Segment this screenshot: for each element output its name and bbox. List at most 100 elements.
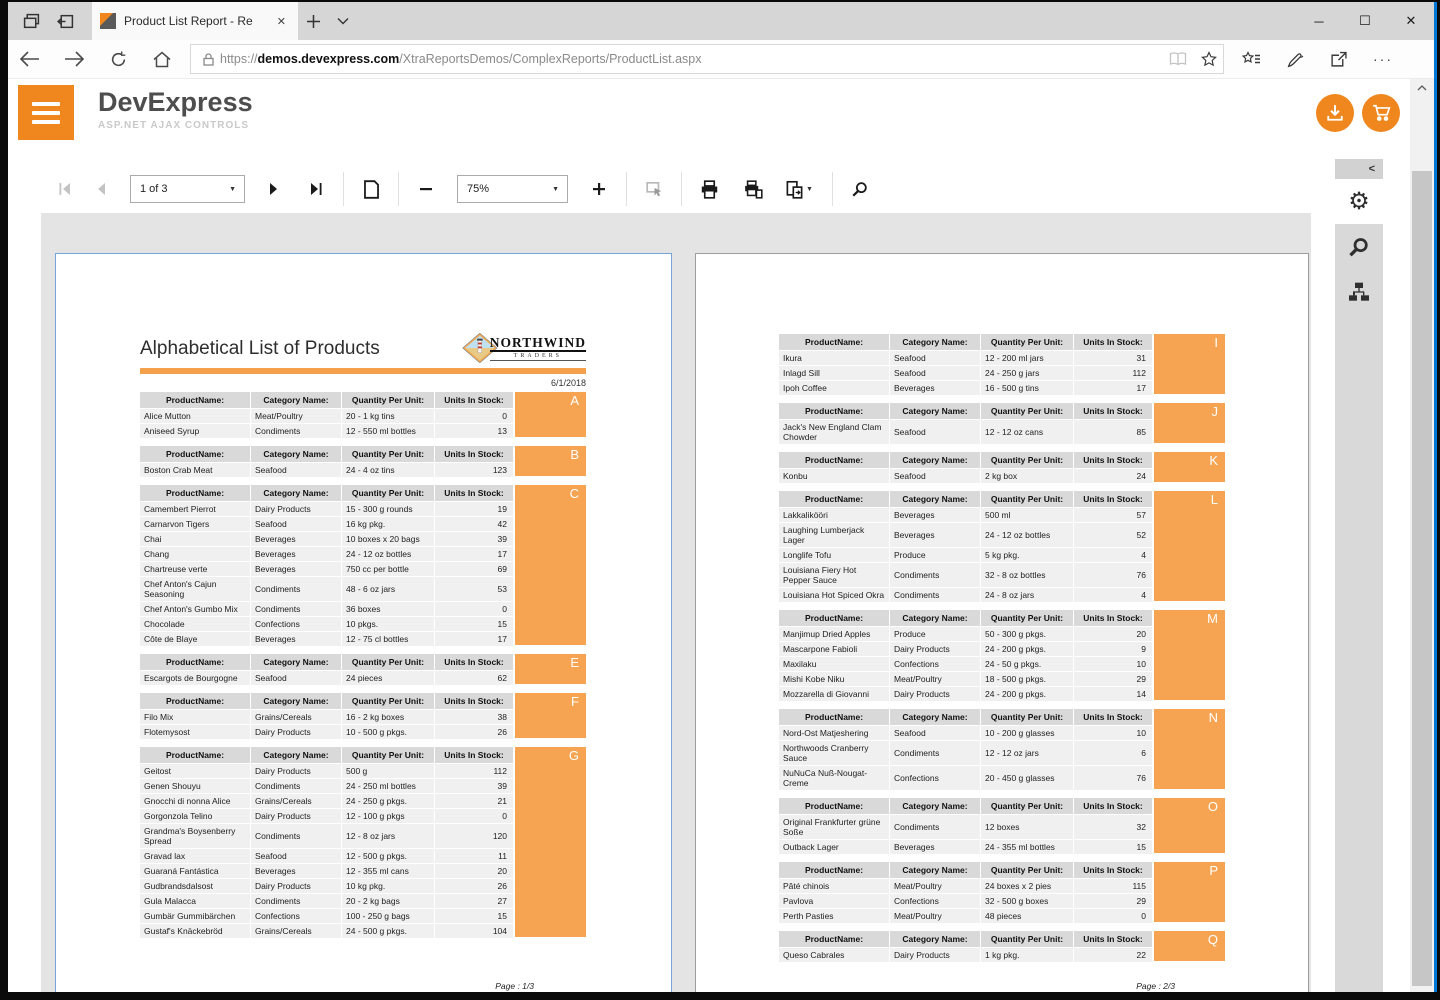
close-button[interactable]: ✕ — [1388, 2, 1434, 40]
column-header: Category Name: — [890, 931, 980, 947]
web-note-pen-icon[interactable] — [1287, 51, 1304, 68]
table-row: Gorgonzola TelinoDairy Products12 - 100 … — [140, 809, 513, 823]
export-button[interactable]: ▼ — [780, 176, 818, 202]
page-setup-button[interactable] — [358, 176, 384, 202]
category-cell: Beverages — [890, 381, 980, 395]
column-header: ProductName: — [779, 610, 889, 626]
product-name-cell: Filo Mix — [140, 710, 250, 724]
quantity-cell: 24 - 12 oz bottles — [981, 523, 1073, 547]
reading-view-icon[interactable] — [1169, 52, 1187, 66]
product-name-cell: Chang — [140, 547, 250, 561]
product-name-cell: Gula Malacca — [140, 894, 250, 908]
zoom-out-button[interactable] — [413, 176, 439, 202]
download-button[interactable] — [1316, 94, 1354, 132]
quantity-cell: 12 - 200 ml jars — [981, 351, 1073, 365]
home-button[interactable] — [140, 51, 184, 68]
page-content: DevExpress ASP.NET AJAX CONTROLS — [8, 79, 1434, 992]
scrollbar-thumb[interactable] — [1412, 171, 1432, 986]
category-cell: Dairy Products — [251, 764, 341, 778]
next-page-button[interactable] — [261, 176, 287, 202]
scroll-up-arrow[interactable] — [1410, 79, 1434, 97]
print-button[interactable] — [696, 176, 722, 202]
product-name-cell: Mishi Kobe Niku — [779, 672, 889, 686]
category-cell: Meat/Poultry — [890, 672, 980, 686]
column-header: Units In Stock: — [435, 654, 513, 670]
tab-close-icon[interactable]: ✕ — [273, 13, 290, 30]
first-page-button[interactable] — [52, 176, 78, 202]
refresh-button[interactable] — [96, 51, 140, 68]
quantity-cell: 2 kg box — [981, 469, 1073, 483]
report-group: ProductName:Category Name:Quantity Per U… — [779, 403, 1225, 444]
set-tabs-aside-icon[interactable] — [48, 2, 82, 40]
tab-preview-icon[interactable] — [14, 2, 48, 40]
product-name-cell: Gravad lax — [140, 849, 250, 863]
category-cell: Dairy Products — [251, 502, 341, 516]
maximize-button[interactable]: ☐ — [1342, 2, 1388, 40]
product-name-cell: Gnocchi di nonna Alice — [140, 794, 250, 808]
search-button[interactable] — [847, 176, 873, 202]
product-name-cell: Geitost — [140, 764, 250, 778]
report-group: ProductName:Category Name:Quantity Per U… — [140, 392, 586, 438]
column-header: Units In Stock: — [1074, 862, 1152, 878]
category-cell: Meat/Poultry — [890, 879, 980, 893]
minimize-button[interactable]: ─ — [1296, 2, 1342, 40]
report-page-1[interactable]: Alphabetical List of Products N — [55, 253, 672, 992]
quantity-cell: 48 pieces — [981, 909, 1073, 923]
tab-list-chevron-icon[interactable] — [328, 2, 358, 40]
devexpress-favicon-icon — [100, 13, 116, 29]
favorite-star-icon[interactable] — [1201, 51, 1217, 67]
chevron-left-icon: < — [1369, 163, 1375, 175]
tab-document-map[interactable] — [1335, 269, 1383, 314]
zoom-in-button[interactable] — [586, 176, 612, 202]
highlight-editing-fields-button[interactable] — [641, 176, 667, 202]
new-tab-button[interactable] — [298, 2, 328, 40]
chevron-down-icon: ▼ — [229, 186, 236, 193]
table-row: Chef Anton's Gumbo MixCondiments36 boxes… — [140, 602, 513, 616]
back-button[interactable] — [8, 51, 52, 67]
column-header: Units In Stock: — [1074, 709, 1152, 725]
column-header: Quantity Per Unit: — [342, 693, 434, 709]
product-name-cell: Chocolade — [140, 617, 250, 631]
toolbar-separator — [832, 172, 833, 206]
column-header: Quantity Per Unit: — [981, 452, 1073, 468]
table-row: Gula MalaccaCondiments20 - 2 kg bags27 — [140, 894, 513, 908]
cart-button[interactable] — [1362, 94, 1400, 132]
browser-tab[interactable]: Product List Report - Re ✕ — [92, 2, 298, 40]
panel-collapse-button[interactable]: < — [1335, 159, 1383, 179]
document-surface[interactable]: Alphabetical List of Products N — [41, 213, 1311, 992]
forward-button[interactable] — [52, 51, 96, 67]
tab-search[interactable] — [1335, 224, 1383, 269]
zoom-level-select[interactable]: 75%▼ — [457, 175, 568, 203]
units-in-stock-cell: 112 — [435, 764, 513, 778]
last-page-button[interactable] — [303, 176, 329, 202]
more-options-icon[interactable]: ··· — [1373, 51, 1393, 67]
address-bar[interactable]: https://demos.devexpress.com/XtraReports… — [190, 44, 1224, 74]
group-header-row: ProductName:Category Name:Quantity Per U… — [779, 491, 1152, 507]
print-page-button[interactable] — [740, 176, 766, 202]
column-header: Category Name: — [251, 654, 341, 670]
category-cell: Seafood — [251, 849, 341, 863]
tab-export-options[interactable]: ⚙ — [1335, 179, 1383, 224]
units-in-stock-cell: 76 — [1074, 563, 1152, 587]
share-icon[interactable] — [1330, 51, 1347, 68]
table-row: Queso CabralesDairy Products1 kg pkg.22 — [779, 948, 1152, 962]
quantity-cell: 24 - 250 ml bottles — [342, 779, 434, 793]
previous-page-button[interactable] — [88, 176, 114, 202]
page-number-select[interactable]: 1 of 3▼ — [130, 175, 245, 203]
units-in-stock-cell: 22 — [1074, 948, 1152, 962]
column-header: Category Name: — [890, 452, 980, 468]
category-cell: Seafood — [251, 671, 341, 685]
favorites-hub-icon[interactable] — [1242, 51, 1261, 67]
table-row: Pâté chinoisMeat/Poultry24 boxes x 2 pie… — [779, 879, 1152, 893]
group-header-row: ProductName:Category Name:Quantity Per U… — [779, 610, 1152, 626]
page-scrollbar[interactable] — [1410, 79, 1434, 992]
category-cell: Seafood — [890, 366, 980, 380]
menu-hamburger-button[interactable] — [18, 85, 74, 140]
report-page-2[interactable]: ProductName:Category Name:Quantity Per U… — [695, 253, 1309, 992]
table-row: Perth PastiesMeat/Poultry48 pieces0 — [779, 909, 1152, 923]
column-header: ProductName: — [779, 862, 889, 878]
quantity-cell: 5 kg pkg. — [981, 548, 1073, 562]
quantity-cell: 12 - 500 g pkgs. — [342, 849, 434, 863]
product-name-cell: Northwoods Cranberry Sauce — [779, 741, 889, 765]
table-row: Nord-Ost MatjesheringSeafood10 - 200 g g… — [779, 726, 1152, 740]
